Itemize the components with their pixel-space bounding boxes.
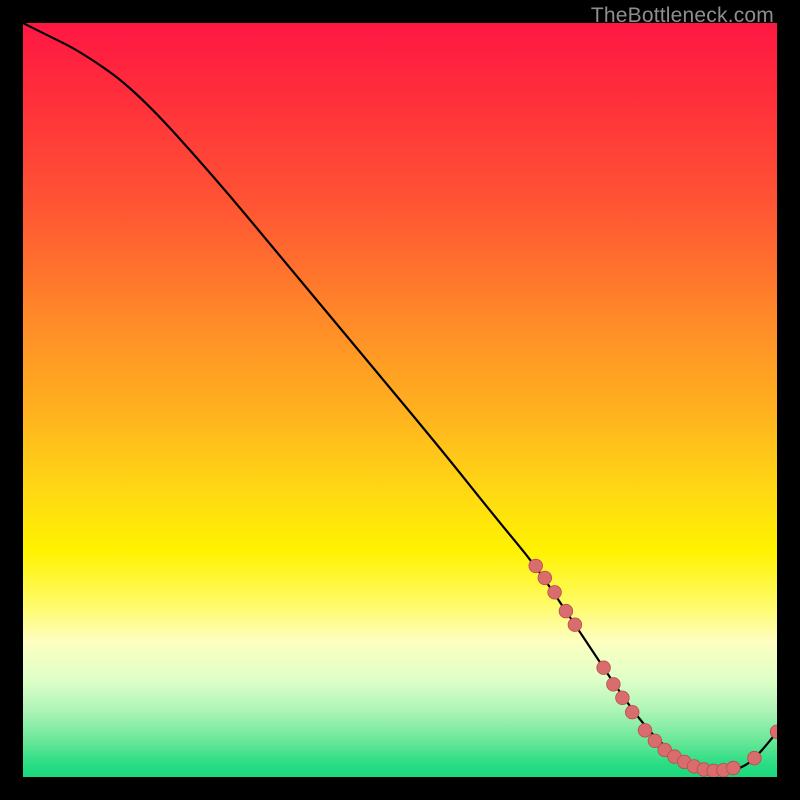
data-point-cluster-a [559, 604, 573, 618]
data-point-upturn [770, 725, 777, 739]
watermark-text: TheBottleneck.com [591, 4, 774, 28]
data-point-cluster-b [597, 661, 611, 675]
data-point-cluster-a [568, 618, 582, 632]
data-point-cluster-b [607, 678, 621, 692]
bottleneck-curve [23, 23, 777, 772]
data-point-cluster-b [616, 691, 630, 705]
data-point-cluster-a [529, 559, 543, 573]
data-point-bottom-run [727, 761, 741, 775]
data-point-bottom-run [638, 724, 652, 738]
data-point-cluster-b [625, 705, 639, 719]
curve-layer [23, 23, 777, 777]
data-point-cluster-a [538, 571, 552, 585]
data-point-upturn [748, 751, 762, 765]
gradient-plot-area [23, 23, 777, 777]
chart-frame: { "watermark": "TheBottleneck.com", "col… [0, 0, 800, 800]
data-markers [529, 559, 777, 777]
data-point-cluster-a [548, 586, 562, 600]
